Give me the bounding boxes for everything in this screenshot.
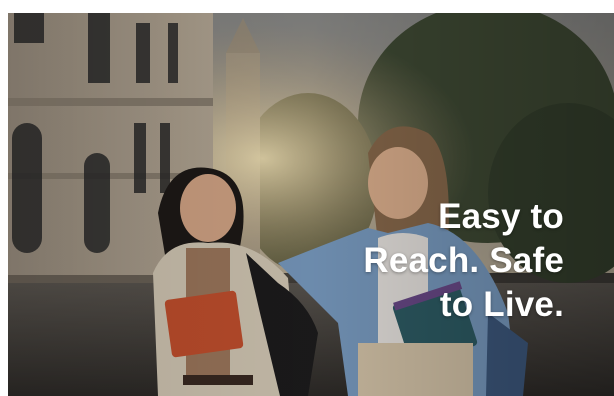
- hero-banner: Easy to Reach. Safe to Live.: [8, 13, 614, 396]
- tagline-line-2: Reach. Safe: [363, 241, 564, 280]
- hero-tagline: Easy to Reach. Safe to Live.: [304, 195, 564, 327]
- page-margin: [0, 13, 8, 396]
- tagline-line-3: to Live.: [439, 285, 564, 324]
- tagline-line-1: Easy to: [438, 197, 564, 236]
